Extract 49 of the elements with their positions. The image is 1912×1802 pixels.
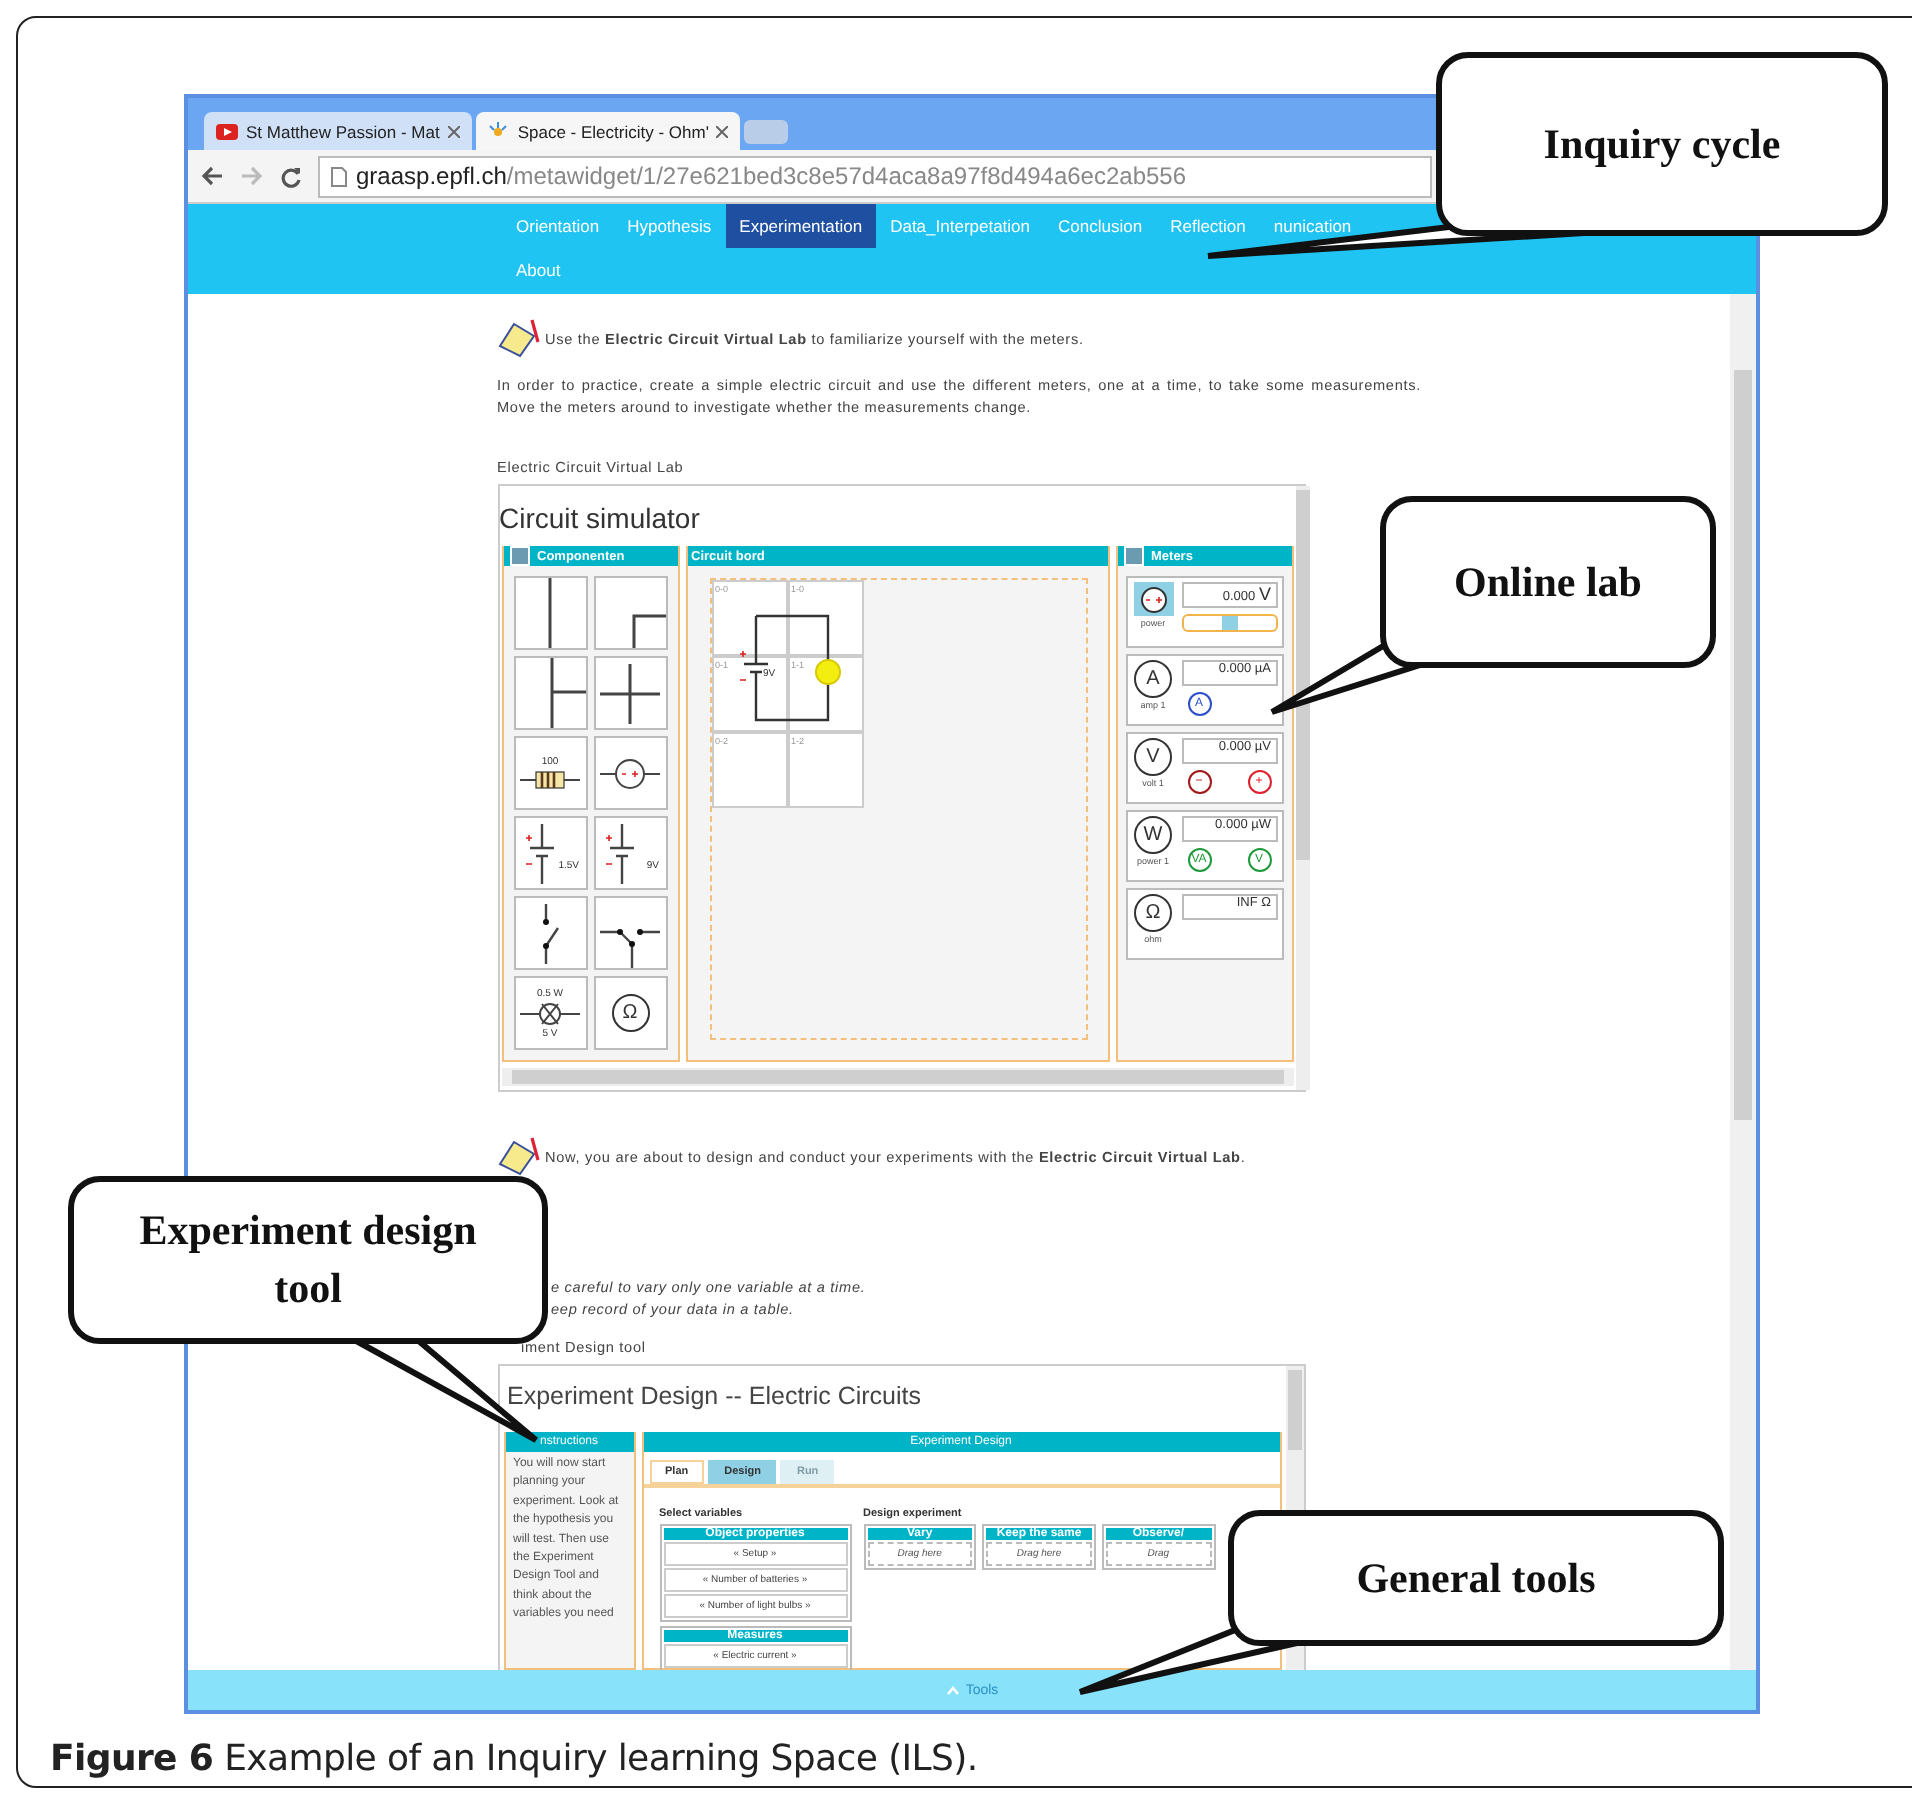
switch-icon: [541, 903, 559, 963]
resistor-icon: [520, 767, 580, 791]
wire-corner-icon: [631, 614, 665, 648]
notepad-pencil-icon: [497, 318, 541, 358]
power-source-icon: [1133, 582, 1173, 616]
component-tile[interactable]: Ω: [593, 976, 667, 1050]
reload-icon[interactable]: [280, 165, 302, 187]
meter-symbol: W: [1134, 816, 1172, 854]
meter-symbol: V: [1134, 738, 1172, 776]
lamp-icon: [520, 999, 580, 1027]
toggle-switch-icon: [600, 928, 660, 968]
component-tile[interactable]: [513, 576, 587, 650]
figure-caption: Figure 6 Example of an Inquiry learning Space (ILS).: [50, 1738, 980, 1780]
component-tile[interactable]: [593, 896, 667, 970]
wire-icon: [548, 578, 552, 648]
battery-icon: [604, 823, 636, 883]
wire-cross-icon: [600, 663, 660, 723]
meter-symbol: Ω: [1134, 894, 1172, 932]
browser-tab[interactable]: Space - Electricity - Ohm': [475, 112, 741, 150]
voltage-source-icon: [600, 753, 660, 793]
widget-title: Experiment Design -- Electric Circuits: [505, 1380, 923, 1414]
close-icon[interactable]: [716, 125, 729, 137]
slider-thumb[interactable]: [1221, 616, 1237, 630]
component-tile[interactable]: [593, 576, 667, 650]
browser-tab[interactable]: St Matthew Passion - Mat: [204, 112, 472, 150]
back-arrow-icon[interactable]: [200, 166, 224, 186]
component-tile[interactable]: [593, 656, 667, 730]
scrollbar-thumb[interactable]: [511, 1070, 1283, 1084]
close-icon[interactable]: [447, 125, 460, 137]
scrollbar-thumb[interactable]: [1734, 370, 1752, 1120]
notepad-pencil-icon: [497, 1136, 541, 1176]
widget-title: Circuit simulator: [499, 500, 702, 538]
scrollbar-thumb[interactable]: [1295, 490, 1309, 860]
callout-box: Online lab: [1380, 496, 1716, 668]
wire-junction-icon: [549, 658, 585, 728]
chevron-up-icon: [945, 1685, 960, 1695]
component-tile[interactable]: [513, 656, 587, 730]
battery-icon: [524, 823, 556, 883]
nav-tab[interactable]: Experimentation: [725, 204, 877, 248]
component-tile[interactable]: [593, 736, 667, 810]
component-tile[interactable]: [513, 896, 587, 970]
sparkle-icon: [487, 121, 510, 141]
video-icon: [216, 123, 238, 139]
ohmmeter-symbol: Ω: [611, 994, 649, 1032]
voltage-slider[interactable]: [1181, 614, 1277, 632]
address-bar[interactable]: graasp.epfl.ch/metawidget/1/27e621bed3c8e57d4aca8a97f8d494a6ec2ab556: [318, 155, 1432, 197]
page-icon: [330, 165, 348, 187]
scrollbar-thumb[interactable]: [1287, 1370, 1301, 1450]
meter-symbol: A: [1134, 660, 1172, 698]
